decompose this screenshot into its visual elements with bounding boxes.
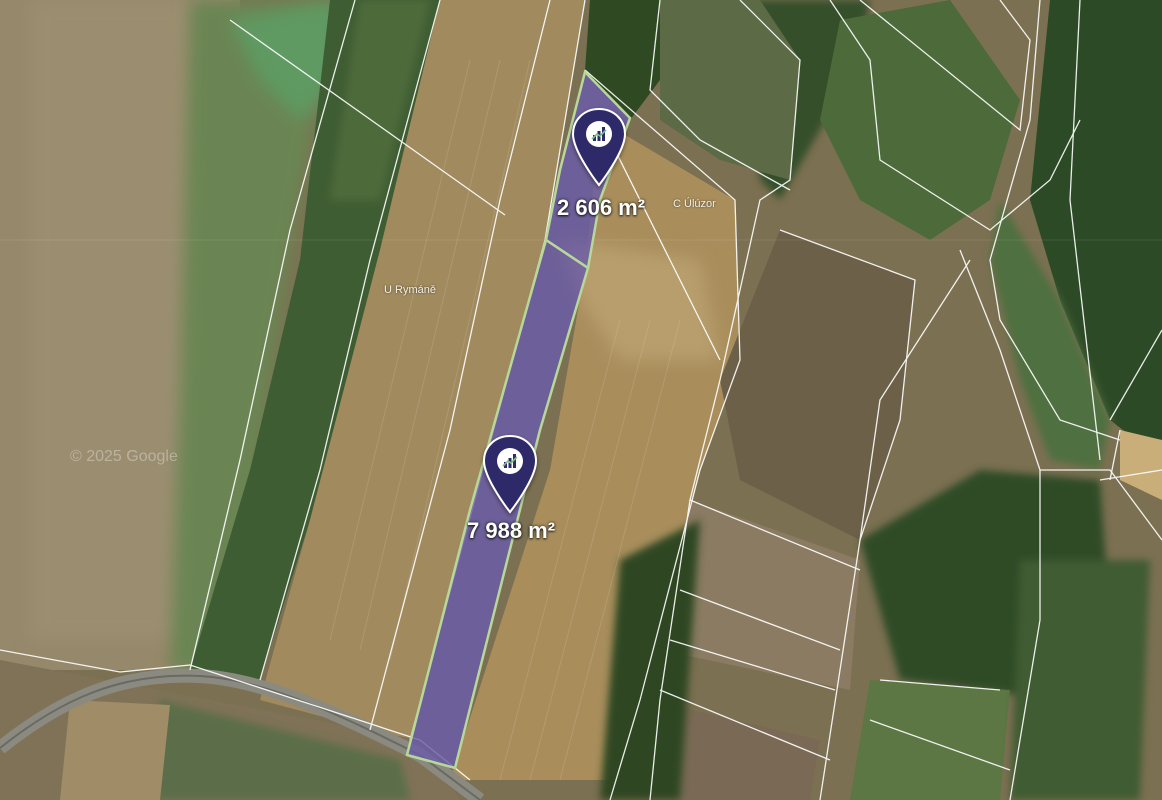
parcel-pin-south[interactable] — [482, 434, 538, 514]
chart-bars-icon — [497, 448, 523, 474]
chart-bars-icon — [586, 121, 612, 147]
parcel-pin-north[interactable] — [571, 107, 627, 187]
map-watermark: © 2025 Google — [70, 448, 178, 465]
parcel-area-label-south: 7 988 m² — [467, 518, 556, 543]
map-view[interactable]: © 2025 Google U Rymáně C Úlúzor 2 606 m²… — [0, 0, 1162, 800]
field-green-south — [850, 680, 1010, 800]
place-label-c-uzor: C Úlúzor — [673, 198, 716, 210]
parcel-area-label-north: 2 606 m² — [557, 195, 646, 220]
place-label-u-rymane: U Rymáně — [384, 284, 436, 296]
